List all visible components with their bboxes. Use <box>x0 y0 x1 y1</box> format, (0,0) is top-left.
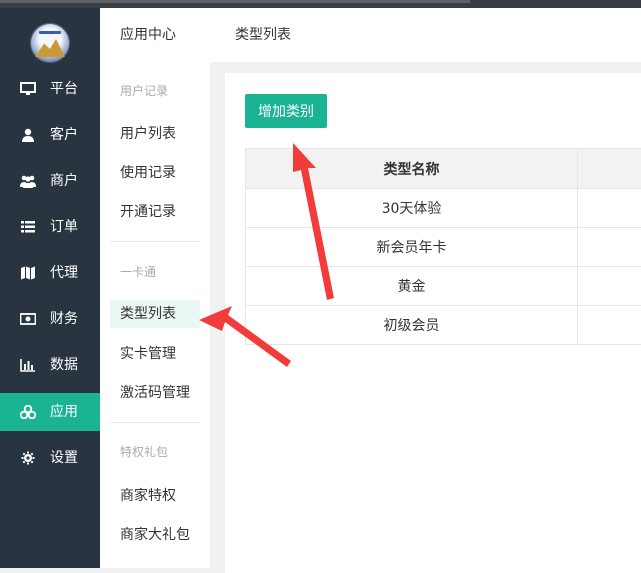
sidebar-item-label: 商户 <box>50 162 78 200</box>
table-cell <box>578 306 641 345</box>
money-icon <box>20 312 36 326</box>
logo-icon[interactable] <box>30 23 70 63</box>
sidebar-item-agent[interactable]: 代理 <box>0 254 100 292</box>
column-header-type-name: 类型名称 <box>246 149 578 189</box>
table-cell <box>578 228 641 267</box>
sidebar-item-data[interactable]: 数据 <box>0 346 100 384</box>
logo-mountain <box>35 39 65 57</box>
sidebar-item-platform[interactable]: 平台 <box>0 70 100 108</box>
logo-banner <box>39 31 61 34</box>
sidebar-item-label: 客户 <box>50 116 78 154</box>
bar-chart-icon <box>20 358 36 372</box>
monitor-icon <box>20 82 36 96</box>
table-row[interactable]: 黄金 <box>246 267 641 306</box>
subnav-item-card-management[interactable]: 实卡管理 <box>120 344 176 364</box>
list-icon <box>20 220 36 234</box>
table-cell: 初级会员 <box>246 306 578 345</box>
gear-icon <box>20 451 36 465</box>
sidebar-item-merchant[interactable]: 商户 <box>0 162 100 200</box>
subnav-divider <box>110 422 200 423</box>
table-row[interactable]: 初级会员 <box>246 306 641 345</box>
add-category-button[interactable]: 增加类别 <box>245 94 327 128</box>
sidebar-item-label: 财务 <box>50 300 78 338</box>
subnav-item-activation-records[interactable]: 开通记录 <box>120 202 176 222</box>
subnav-divider <box>110 241 200 242</box>
type-table: 类型名称 30天体验 新会员年卡 黄金 初级会员 <box>245 148 641 345</box>
sidebar-item-label: 订单 <box>50 208 78 246</box>
sidebar-item-settings[interactable]: 设置 <box>0 439 100 477</box>
subnav-item-user-list[interactable]: 用户列表 <box>120 124 176 144</box>
sidebar-item-label: 设置 <box>50 439 78 477</box>
subnav-item-type-list[interactable]: 类型列表 <box>110 300 200 328</box>
window-top-highlight <box>0 0 470 3</box>
subnav-item-activation-code-management[interactable]: 激活码管理 <box>120 383 190 403</box>
sidebar-item-label: 应用 <box>50 393 78 431</box>
user-icon <box>20 128 36 142</box>
table-row[interactable]: 30天体验 <box>246 189 641 228</box>
secondary-nav-title: 应用中心 <box>120 8 176 62</box>
table-row[interactable]: 新会员年卡 <box>246 228 641 267</box>
sidebar-item-order[interactable]: 订单 <box>0 208 100 246</box>
table-cell: 黄金 <box>246 267 578 306</box>
main-header: 类型列表 <box>210 8 641 62</box>
column-header <box>578 149 641 189</box>
table-cell <box>578 267 641 306</box>
table-cell: 30天体验 <box>246 189 578 228</box>
cubes-icon <box>20 405 36 419</box>
breadcrumb: 类型列表 <box>235 8 291 62</box>
users-icon <box>20 174 36 188</box>
table-cell: 新会员年卡 <box>246 228 578 267</box>
sidebar-item-label: 数据 <box>50 346 78 384</box>
sidebar-item-customer[interactable]: 客户 <box>0 116 100 154</box>
subnav-item-merchant-gift-pack[interactable]: 商家大礼包 <box>120 525 190 545</box>
subnav-group-label: 用户记录 <box>120 82 168 99</box>
sidebar-item-apps[interactable]: 应用 <box>0 393 100 431</box>
sidebar-item-finance[interactable]: 财务 <box>0 300 100 338</box>
table-header-row: 类型名称 <box>246 149 641 189</box>
table-cell <box>578 189 641 228</box>
subnav-item-usage-records[interactable]: 使用记录 <box>120 163 176 183</box>
map-icon <box>20 266 36 280</box>
sidebar-item-label: 平台 <box>50 70 78 108</box>
sidebar-item-label: 代理 <box>50 254 78 292</box>
subnav-group-label: 一卡通 <box>120 263 156 280</box>
window-top-strip <box>0 0 641 8</box>
subnav-group-label: 特权礼包 <box>120 443 168 460</box>
subnav-item-merchant-privilege[interactable]: 商家特权 <box>120 486 176 506</box>
